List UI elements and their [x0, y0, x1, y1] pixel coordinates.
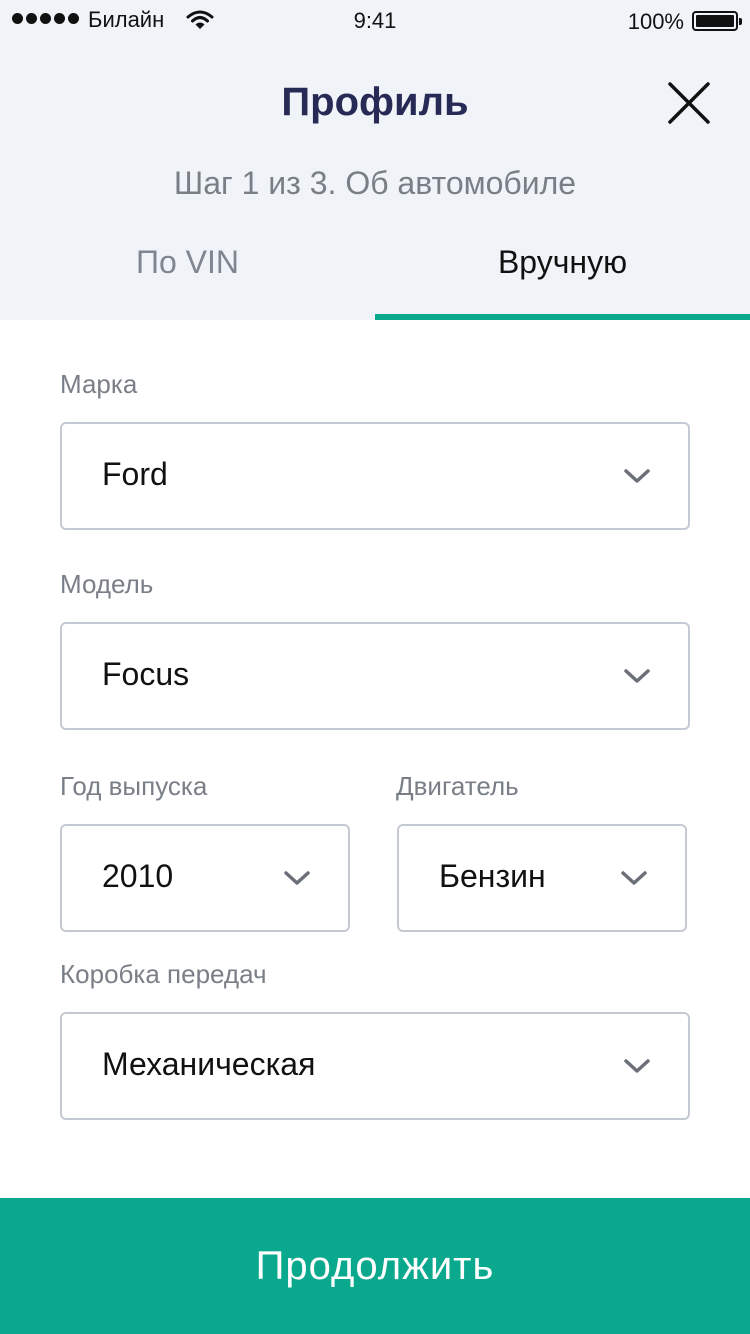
chevron-down-icon — [624, 469, 650, 483]
year-value: 2010 — [102, 858, 174, 894]
battery-percent: 100% — [627, 9, 684, 34]
chevron-down-icon — [624, 669, 650, 683]
year-select[interactable]: 2010 — [60, 824, 350, 932]
tab-manual[interactable]: Вручную — [375, 244, 750, 281]
engine-value: Бензин — [439, 858, 546, 894]
active-tab-indicator — [375, 314, 750, 320]
engine-select[interactable]: Бензин — [397, 824, 687, 932]
tab-by-vin[interactable]: По VIN — [0, 244, 375, 281]
year-label: Год выпуска — [60, 771, 208, 801]
page-title: Профиль — [281, 80, 469, 124]
engine-label: Двигатель — [396, 771, 519, 801]
brand-value: Ford — [102, 456, 168, 492]
model-label: Модель — [60, 569, 154, 599]
header: Билайн 9:41 100% Профиль Шаг 1 из 3. Об … — [0, 0, 750, 320]
model-select[interactable]: Focus — [60, 622, 690, 730]
step-subtitle: Шаг 1 из 3. Об автомобиле — [173, 165, 577, 201]
status-bar: Билайн 9:41 100% — [0, 0, 750, 40]
battery-icon — [692, 11, 742, 31]
gearbox-value: Механическая — [102, 1046, 316, 1082]
model-value: Focus — [102, 656, 190, 692]
continue-button[interactable]: Продолжить — [0, 1198, 750, 1334]
gearbox-select[interactable]: Механическая — [60, 1012, 690, 1120]
brand-select[interactable]: Ford — [60, 422, 690, 530]
brand-label: Марка — [60, 369, 138, 399]
chevron-down-icon — [284, 871, 310, 885]
chevron-down-icon — [624, 1059, 650, 1073]
close-icon[interactable] — [660, 74, 718, 132]
chevron-down-icon — [621, 871, 647, 885]
gearbox-label: Коробка передач — [60, 959, 267, 989]
